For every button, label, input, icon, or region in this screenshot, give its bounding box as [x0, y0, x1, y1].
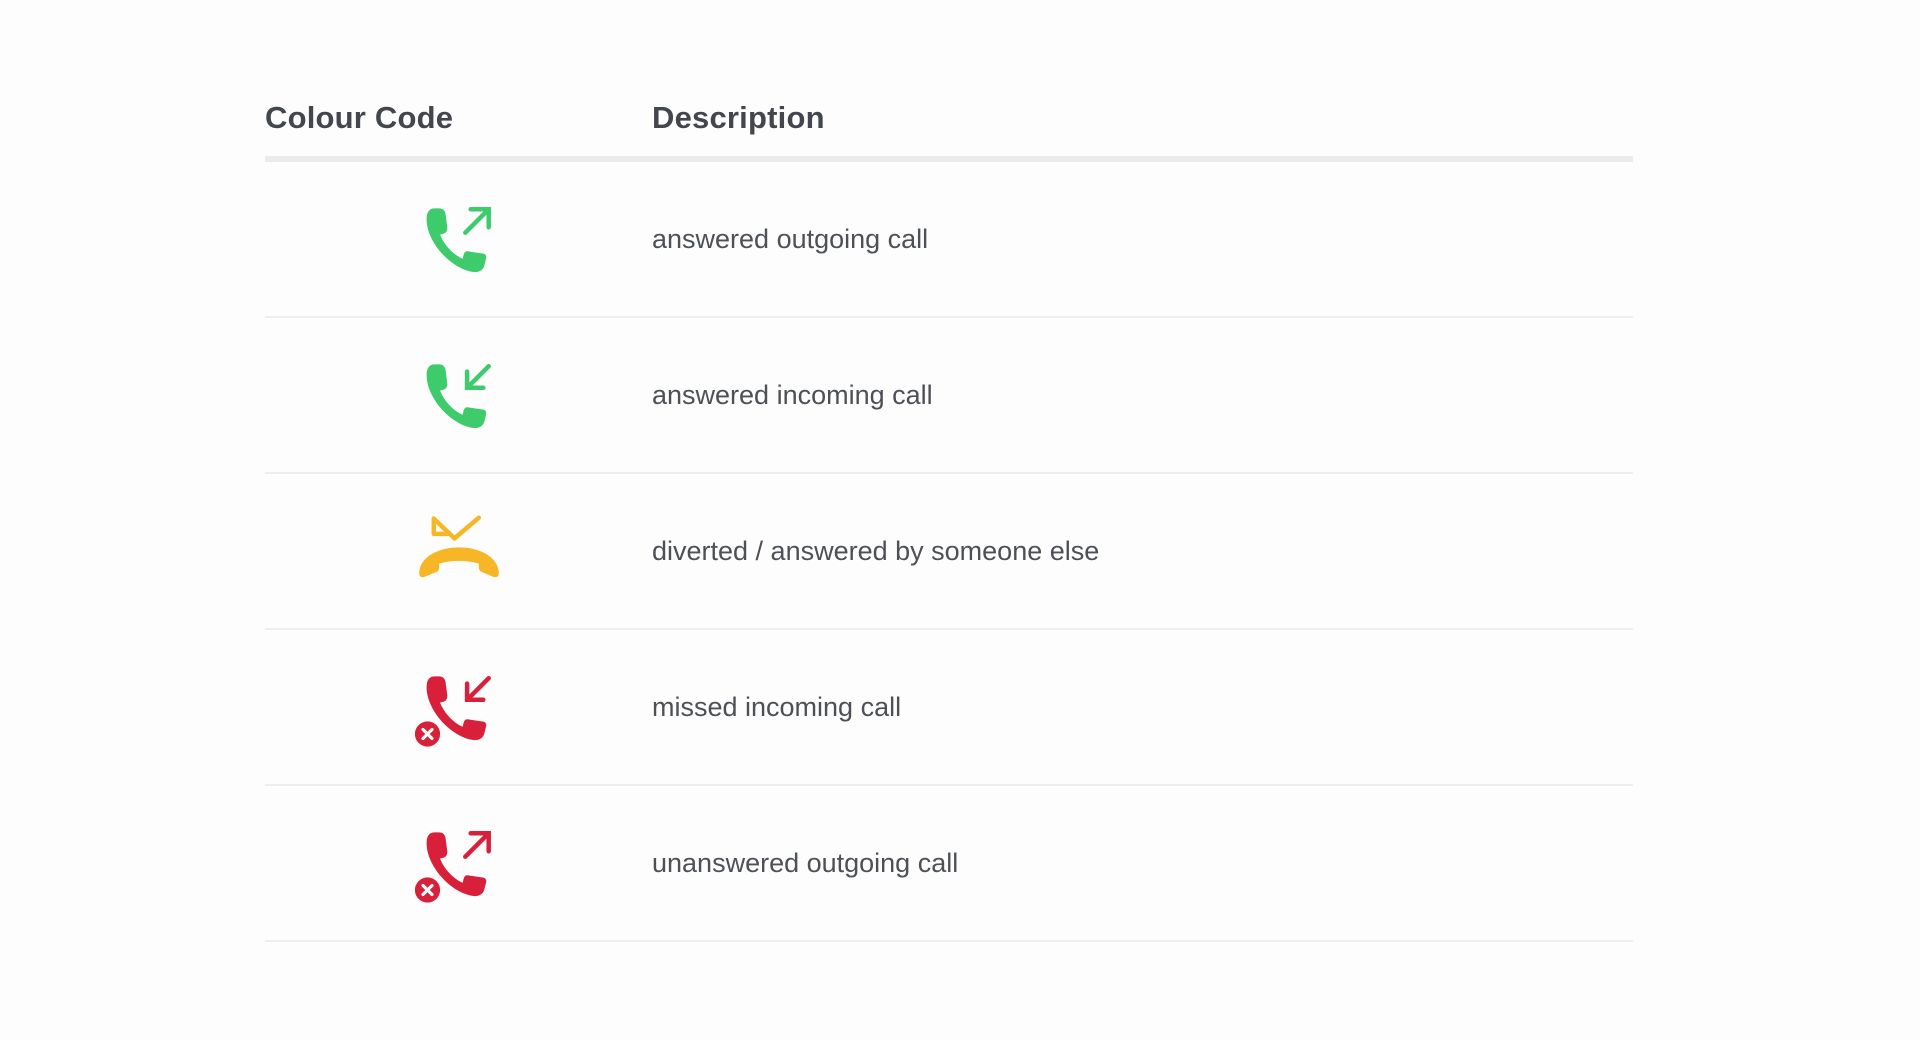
- description-text: unanswered outgoing call: [652, 847, 959, 878]
- table-row: answered outgoing call: [265, 162, 1633, 318]
- colour-code-header: Colour Code: [265, 100, 454, 135]
- call-colour-legend-table: Colour Code Description answered outgoin…: [265, 80, 1633, 942]
- table-row: answered incoming call: [265, 318, 1633, 474]
- description-text: answered incoming call: [652, 379, 933, 410]
- phone-incoming-icon: [265, 350, 652, 440]
- phone-diverted-icon: [265, 506, 652, 596]
- phone-outgoing-icon: [265, 194, 652, 284]
- table-row: unanswered outgoing call: [265, 786, 1633, 942]
- description-header: Description: [652, 100, 825, 135]
- phone-missed-incoming-icon: [265, 662, 652, 752]
- description-text: diverted / answered by someone else: [652, 535, 1100, 566]
- table-header-row: Colour Code Description: [265, 80, 1633, 162]
- phone-unanswered-outgoing-icon: [265, 818, 652, 908]
- description-text: missed incoming call: [652, 691, 902, 722]
- table-row: missed incoming call: [265, 630, 1633, 786]
- table-row: diverted / answered by someone else: [265, 474, 1633, 630]
- description-text: answered outgoing call: [652, 223, 929, 254]
